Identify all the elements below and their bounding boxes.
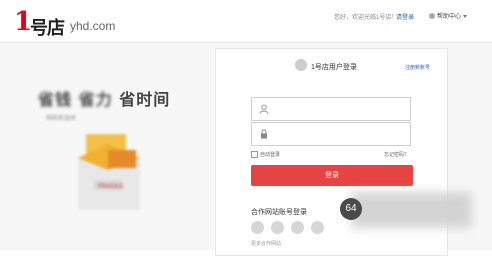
avatar-icon (295, 59, 307, 71)
auto-login-checkbox[interactable]: 自动登录 (251, 151, 281, 159)
forgot-password-link[interactable]: 忘记密码？ (384, 151, 409, 158)
login-button[interactable]: 登录 (251, 165, 413, 186)
checkbox-box[interactable] (251, 151, 258, 159)
top-header: 1 号店 yhd.com 您好，欢迎光临1号店！ 请登录 帮助中心 (0, 0, 492, 43)
header-login-link[interactable]: 请登录 (396, 12, 414, 21)
chevron-down-icon (463, 14, 468, 18)
wechat-icon[interactable] (291, 221, 304, 234)
slogan-save-time: 省时间 (119, 90, 171, 109)
promo-box-illustration: FRAGILE (78, 134, 140, 210)
help-icon (429, 13, 435, 20)
slogan-subtitle: 网购新选择 (46, 116, 77, 122)
help-label: 帮助中心 (437, 14, 462, 20)
user-icon (259, 104, 269, 114)
qq-icon[interactable] (271, 221, 284, 234)
greeting-text: 您好，欢迎光临1号店！ (334, 15, 398, 21)
blurred-overlay (351, 192, 472, 228)
lock-icon (261, 129, 267, 139)
logo-domain: yhd.com (70, 19, 116, 33)
login-title: 1号店用户登录 (295, 59, 357, 72)
alipay-icon[interactable] (311, 221, 324, 234)
yhd-logo[interactable]: 1 号店 yhd.com (14, 8, 144, 39)
slogan-save-effort: 省力 (78, 90, 113, 109)
more-partners-link[interactable]: 更多合作网站 (251, 240, 281, 247)
login-title-text: 1号店用户登录 (311, 64, 357, 71)
partner-login-title: 合作网站账号登录 (251, 209, 307, 216)
floating-counter-badge[interactable]: 64 (340, 198, 362, 220)
password-field[interactable] (251, 122, 411, 146)
logo-text: 号店 (30, 18, 65, 39)
slogan-save-money: 省钱 (38, 90, 73, 109)
help-center-menu[interactable]: 帮助中心 (429, 11, 468, 20)
promo-slogan: 省钱 省力 省时间 (38, 86, 170, 110)
auto-login-label: 自动登录 (260, 152, 281, 158)
register-link[interactable]: 注册新账号 (405, 64, 430, 71)
username-field[interactable] (251, 97, 411, 121)
weibo-icon[interactable] (251, 221, 264, 234)
svg-text:FRAGILE: FRAGILE (98, 184, 124, 190)
